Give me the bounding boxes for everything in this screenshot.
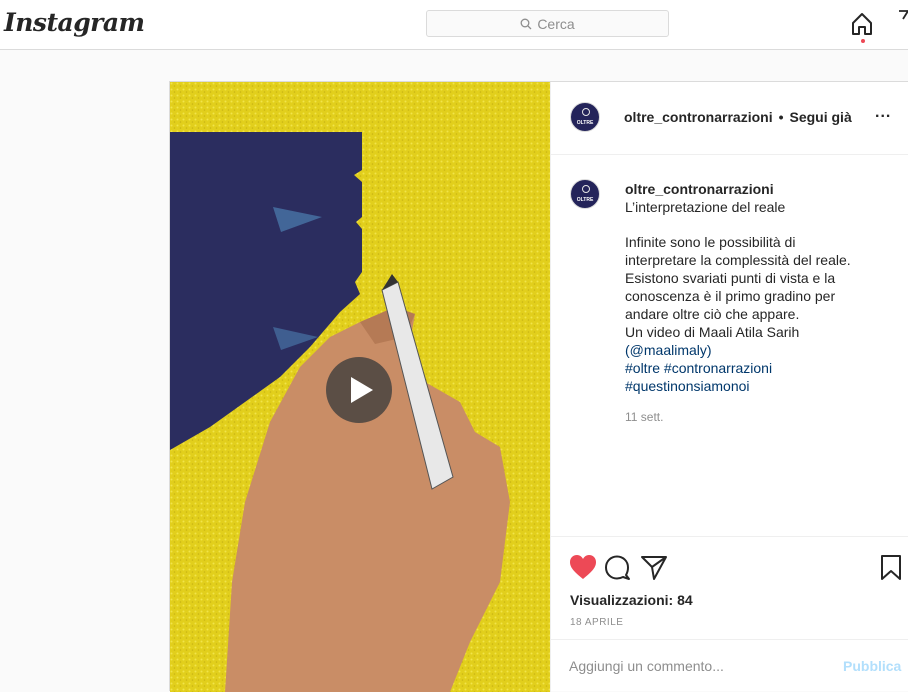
comment-input[interactable] [569,658,819,674]
avatar-logo-icon [582,108,590,116]
hashtag-link[interactable]: #questinonsiamonoi [625,377,905,395]
post-video[interactable] [170,82,550,692]
post-caption: OLTRE oltre_contronarrazioni L’interpret… [551,155,908,535]
caption-line: conoscenza è il primo gradino per [625,288,836,304]
following-button[interactable]: Segui già [790,109,852,125]
bookmark-icon[interactable] [876,553,906,581]
caption-username[interactable]: oltre_contronarrazioni [625,180,905,198]
comment-section: Pubblica [551,639,908,692]
instagram-logo[interactable]: Instagram [4,8,145,37]
direct-message-icon[interactable] [898,10,908,20]
caption-avatar[interactable]: OLTRE [570,179,600,209]
comment-icon[interactable] [603,553,633,581]
play-icon[interactable] [326,357,392,423]
caption-line: Un video di Maali Atila Sarih [625,324,800,340]
home-icon[interactable] [848,10,876,38]
post-header: OLTRE oltre_contronarrazioni • Segui già .… [551,82,908,155]
post-date[interactable]: 18 APRILE [570,617,623,628]
caption-title: L’interpretazione del reale [625,199,786,215]
caption-body: oltre_contronarrazioni L’interpretazione… [625,180,905,426]
heart-icon[interactable] [568,553,598,581]
header-separator: • [778,109,784,125]
top-navigation-bar: Instagram Cerca [0,0,908,50]
avatar-text: OLTRE [576,120,594,126]
caption-line: Esistono svariati punti di vista e la [625,270,836,286]
mention-link[interactable]: (@maalimaly) [625,341,905,359]
notification-dot [861,39,865,43]
search-box[interactable]: Cerca [426,10,669,37]
caption-line: interpretare la complessità del reale. [625,252,851,268]
caption-date[interactable]: 11 sett. [625,408,905,426]
post-sidebar: OLTRE oltre_contronarrazioni • Segui già .… [550,82,908,692]
avatar-text: OLTRE [576,197,594,203]
post-actions: Visualizzazioni: 84 18 APRILE [551,536,908,637]
search-placeholder: Cerca [537,15,575,32]
caption-line: Infinite sono le possibilità di [625,234,796,250]
avatar-logo-icon [582,185,590,193]
share-icon[interactable] [639,553,669,581]
post-container: OLTRE oltre_contronarrazioni • Segui già .… [169,81,908,692]
post-header-info: oltre_contronarrazioni • Segui già [624,109,852,125]
avatar[interactable]: OLTRE [570,102,600,132]
view-count[interactable]: Visualizzazioni: 84 [570,592,693,608]
caption-line: andare oltre ciò che appare. [625,306,800,322]
publish-button[interactable]: Pubblica [843,658,901,674]
more-options-icon[interactable]: ... [875,104,891,122]
hashtag-link[interactable]: #oltre #contronarrazioni [625,359,905,377]
search-icon [520,18,532,29]
post-username[interactable]: oltre_contronarrazioni [624,109,773,125]
